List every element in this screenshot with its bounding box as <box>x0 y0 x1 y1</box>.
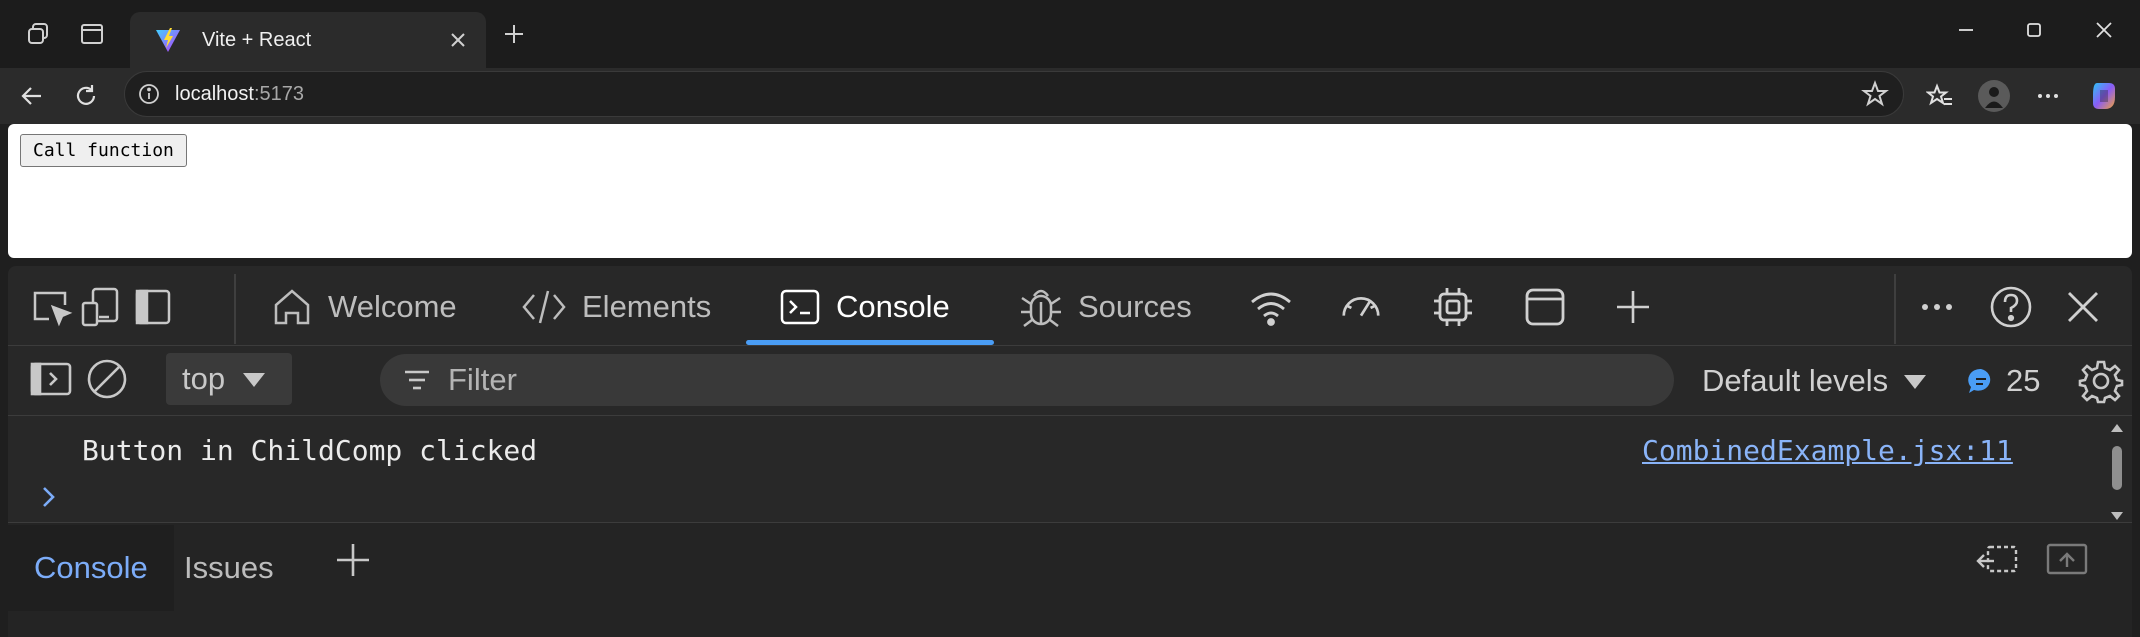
drawer-minimize-icon[interactable] <box>2044 537 2090 583</box>
devtools-more-icon[interactable] <box>1914 284 1960 330</box>
tab-elements[interactable]: Elements <box>520 278 711 336</box>
vite-favicon-icon <box>154 26 182 54</box>
network-wifi-icon[interactable] <box>1248 284 1294 330</box>
filter-icon <box>402 365 432 395</box>
dropdown-triangle-icon <box>241 369 267 389</box>
clear-console-icon[interactable] <box>84 356 130 402</box>
favorites-icon[interactable] <box>1920 76 1960 116</box>
tab-label: Welcome <box>328 289 457 324</box>
help-icon[interactable] <box>1988 284 2034 330</box>
log-levels-label: Default levels <box>1702 363 1889 398</box>
minimize-icon[interactable] <box>1936 10 1996 50</box>
toolbar-divider <box>234 274 236 344</box>
console-sidebar-icon[interactable] <box>28 356 74 402</box>
console-log-message: Button in ChildComp clicked <box>82 434 538 467</box>
console-filter-input[interactable]: Filter <box>380 354 1674 406</box>
console-scrollbar[interactable] <box>2108 422 2126 522</box>
browser-tab[interactable]: Vite + React <box>130 12 486 68</box>
refresh-icon[interactable] <box>66 76 106 116</box>
tab-label: Sources <box>1078 289 1192 324</box>
close-devtools-icon[interactable] <box>2060 284 2106 330</box>
tab-title: Vite + React <box>202 28 312 51</box>
workspaces-icon[interactable] <box>18 14 58 54</box>
inspect-element-icon[interactable] <box>28 284 74 330</box>
device-emulation-icon[interactable] <box>78 284 124 330</box>
back-icon[interactable] <box>12 76 52 116</box>
devtools-panel: Welcome Elements Console Sources top Fil… <box>8 266 2132 637</box>
devtools-drawer: Console Issues <box>8 522 2132 637</box>
drawer-tab-issues[interactable]: Issues <box>158 525 300 611</box>
bug-icon <box>1018 284 1064 330</box>
tab-label: Elements <box>582 289 712 324</box>
filter-placeholder: Filter <box>448 362 517 397</box>
home-icon <box>270 285 314 329</box>
close-tab-icon[interactable] <box>444 26 472 54</box>
console-output: Button in ChildComp clicked CombinedExam… <box>8 416 2132 522</box>
more-tools-plus-icon[interactable] <box>1610 284 1656 330</box>
tab-label: Console <box>836 289 950 324</box>
new-tab-icon[interactable] <box>494 14 534 54</box>
copilot-icon[interactable] <box>2084 76 2124 116</box>
drawer-tab-console[interactable]: Console <box>8 525 174 611</box>
console-log-source-link[interactable]: CombinedExample.jsx:11 <box>1642 434 2013 467</box>
active-tab-indicator <box>746 340 994 345</box>
message-count: 25 <box>2006 363 2041 398</box>
site-info-icon[interactable] <box>135 80 163 108</box>
tab-sources[interactable]: Sources <box>1018 278 1192 336</box>
console-icon <box>778 285 822 329</box>
performance-icon[interactable] <box>1338 284 1384 330</box>
console-settings-gear-icon[interactable] <box>2078 358 2124 404</box>
devtools-toolbar: Welcome Elements Console Sources <box>8 266 2132 346</box>
more-options-icon[interactable] <box>2028 76 2068 116</box>
message-count-badge[interactable]: 25 <box>1966 358 2040 404</box>
dropdown-triangle-icon <box>1902 371 1928 391</box>
close-window-icon[interactable] <box>2074 10 2134 50</box>
profile-avatar[interactable] <box>1974 76 2014 116</box>
console-prompt-chevron-icon[interactable] <box>38 482 60 512</box>
maximize-icon[interactable] <box>2004 10 2064 50</box>
message-bubble-icon <box>1966 366 1996 396</box>
toolbar-divider <box>1894 274 1896 344</box>
url-bar[interactable]: localhost:5173 <box>124 71 1904 117</box>
address-bar-row: localhost:5173 <box>0 68 2140 124</box>
application-window-icon[interactable] <box>1522 284 1568 330</box>
dock-side-icon[interactable] <box>130 284 176 330</box>
favorite-star-icon[interactable] <box>1861 80 1889 108</box>
drawer-dock-icon[interactable] <box>1974 537 2020 583</box>
vertical-tabs-icon[interactable] <box>72 14 112 54</box>
memory-chip-icon[interactable] <box>1430 284 1476 330</box>
tab-welcome[interactable]: Welcome <box>270 278 457 336</box>
drawer-add-tab-icon[interactable] <box>330 537 376 583</box>
page-viewport: Call function <box>8 124 2132 258</box>
log-levels-dropdown[interactable]: Default levels <box>1702 358 1928 404</box>
code-icon <box>520 285 568 329</box>
tab-console[interactable]: Console <box>778 278 950 336</box>
url-text: localhost:5173 <box>175 82 304 105</box>
context-select[interactable]: top <box>166 353 292 405</box>
call-function-button[interactable]: Call function <box>20 134 187 167</box>
browser-tab-strip: Vite + React <box>0 0 2140 68</box>
